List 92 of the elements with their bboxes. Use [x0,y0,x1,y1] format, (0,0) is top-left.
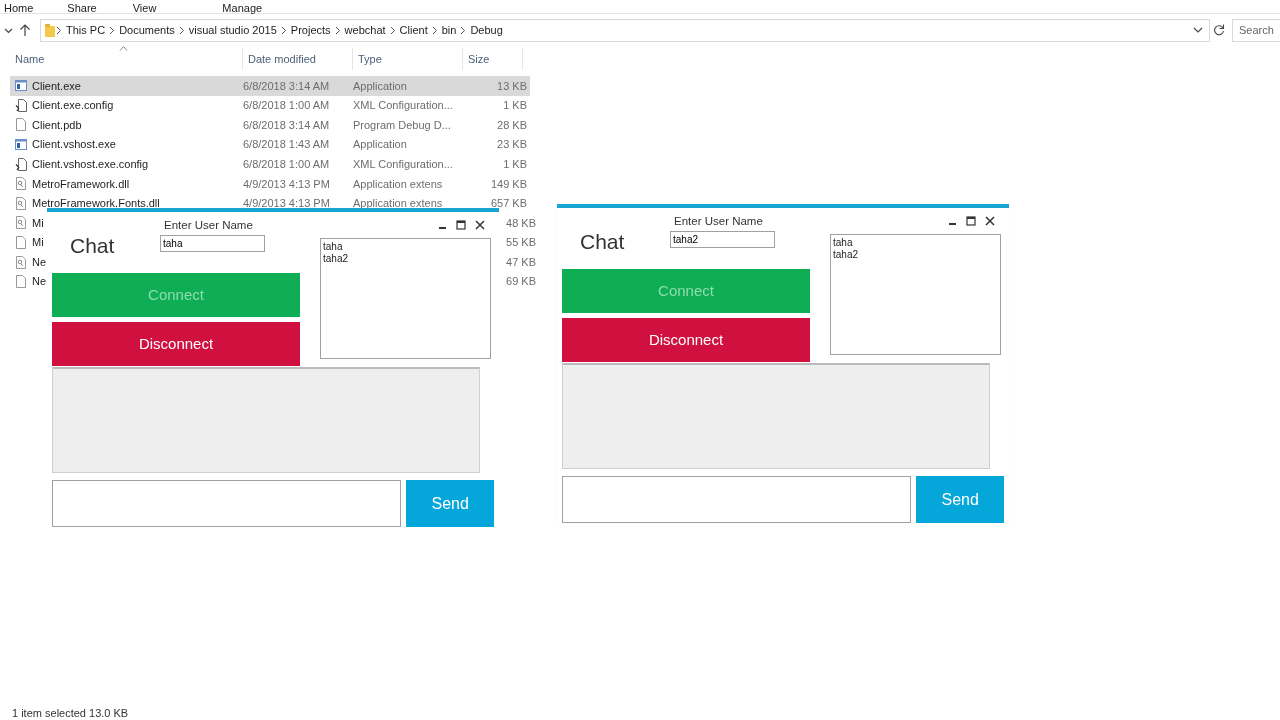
field-label: Enter User Name [674,215,763,227]
column-header[interactable]: Date modified [243,48,353,70]
file-icon [16,236,26,250]
file-date: 4/9/2013 4:13 PM [243,177,330,190]
file-icon [16,275,26,289]
breadcrumb-item[interactable]: Client [396,21,431,39]
file-type: Application [353,138,407,151]
disconnect-button[interactable]: Disconnect [52,322,300,366]
file-size: 1 KB [503,157,527,170]
file-date: 6/8/2018 1:00 AM [243,99,330,112]
username-field[interactable]: taha2 [670,231,775,248]
file-size: 1 KB [503,99,527,112]
column-header[interactable]: Type [353,48,463,70]
breadcrumb-item[interactable]: This PC [63,21,109,39]
file-size: 55 KB [506,236,536,249]
chevron-right-icon [108,25,117,35]
ribbon-tab[interactable]: Home [0,3,34,13]
file-size: 23 KB [497,138,527,151]
breadcrumb-item[interactable]: Debug [467,21,506,39]
breadcrumb-item[interactable]: Documents [116,21,178,39]
file-row[interactable]: MetroFramework.dll 4/9/2013 4:13 PM Application extens 149 KB [10,173,530,194]
disconnect-button[interactable]: Disconnect [562,318,810,362]
file-row[interactable]: Client.exe 6/8/2018 3:14 AM Application 13 KB [10,76,530,96]
dll-file-icon [16,216,26,230]
file-row[interactable]: Client.exe.config 6/8/2018 1:00 AM XML Configuration... 1 KB [10,95,530,116]
file-row[interactable]: Client.vshost.exe.config 6/8/2018 1:00 AM XML Configuration... 1 KB [10,154,530,174]
refresh-icon[interactable] [1213,24,1225,36]
user-list-item[interactable]: taha [833,237,998,249]
file-size: 69 KB [506,275,536,288]
file-size: 47 KB [506,255,536,268]
chevron-right-icon [279,25,288,35]
maximize-icon[interactable] [966,216,976,226]
file-date: 6/8/2018 3:14 AM [243,118,330,131]
breadcrumb-item[interactable]: webchat [341,21,389,39]
file-size: 149 KB [490,177,527,190]
username-field[interactable]: taha [160,235,265,252]
maximize-icon[interactable] [456,220,466,230]
column-header[interactable]: Name [10,48,243,70]
file-type: Program Debug D... [353,118,451,131]
config-file-icon [15,157,27,171]
breadcrumb-item[interactable]: bin [438,21,460,39]
chevron-down-icon[interactable] [1193,25,1203,35]
message-field[interactable] [52,480,402,527]
status-text: 1 item selected 13.0 KB [12,706,129,720]
file-type: Application [353,79,407,92]
sort-caret-icon[interactable] [119,45,128,51]
chevron-right-icon [430,25,439,35]
close-icon[interactable] [985,216,995,226]
application-icon [15,139,27,151]
file-size: 13 KB [497,79,527,92]
file-type: Application extens [353,177,443,190]
file-type: Application extens [353,197,443,210]
user-list-item[interactable]: taha2 [323,253,488,265]
user-list-item[interactable]: taha2 [833,249,998,261]
file-size: 28 KB [497,118,527,131]
file-row[interactable]: Client.pdb 6/8/2018 3:14 AM Program Debug D... 28 KB [10,115,530,135]
file-type: XML Configuration... [353,99,453,112]
file-size: 48 KB [506,216,536,229]
file-icon [16,118,26,132]
application-icon [15,80,27,92]
chevron-right-icon [333,25,342,35]
chevron-right-icon [388,25,397,35]
up-arrow-icon[interactable] [19,23,31,37]
dll-file-icon [16,177,26,191]
file-date: 6/8/2018 1:00 AM [243,157,330,170]
file-type: XML Configuration... [353,157,453,170]
message-field[interactable] [562,476,912,523]
file-date: 6/8/2018 3:14 AM [243,79,330,92]
file-name: Client.exe [32,78,81,94]
ribbon-tab[interactable]: View [128,3,157,13]
field-label: Enter User Name [164,219,253,231]
dll-file-icon [16,255,26,269]
breadcrumb-item[interactable]: Projects [287,21,334,39]
window-title: Chat [580,230,625,253]
chevron-right-icon [177,25,186,35]
close-icon[interactable] [475,220,485,230]
file-row[interactable]: Client.vshost.exe 6/8/2018 1:43 AM Application 23 KB [10,134,530,155]
breadcrumb-item[interactable]: visual studio 2015 [185,21,280,39]
chevron-right-icon [55,25,63,35]
column-header[interactable]: Size [463,48,523,70]
search-field[interactable]: Search [1232,18,1280,42]
ribbon-tab[interactable]: Manage [218,3,263,13]
window-title: Chat [70,234,115,257]
file-date: 4/9/2013 4:13 PM [243,197,330,210]
folder-icon [45,23,55,37]
file-date: 6/8/2018 1:43 AM [243,138,330,151]
user-list-item[interactable]: taha [323,241,488,253]
file-size: 657 KB [490,197,527,210]
dll-file-icon [16,196,26,210]
chevron-right-icon [459,25,468,35]
ribbon-tab[interactable]: Share [63,3,97,13]
config-file-icon [15,98,27,112]
